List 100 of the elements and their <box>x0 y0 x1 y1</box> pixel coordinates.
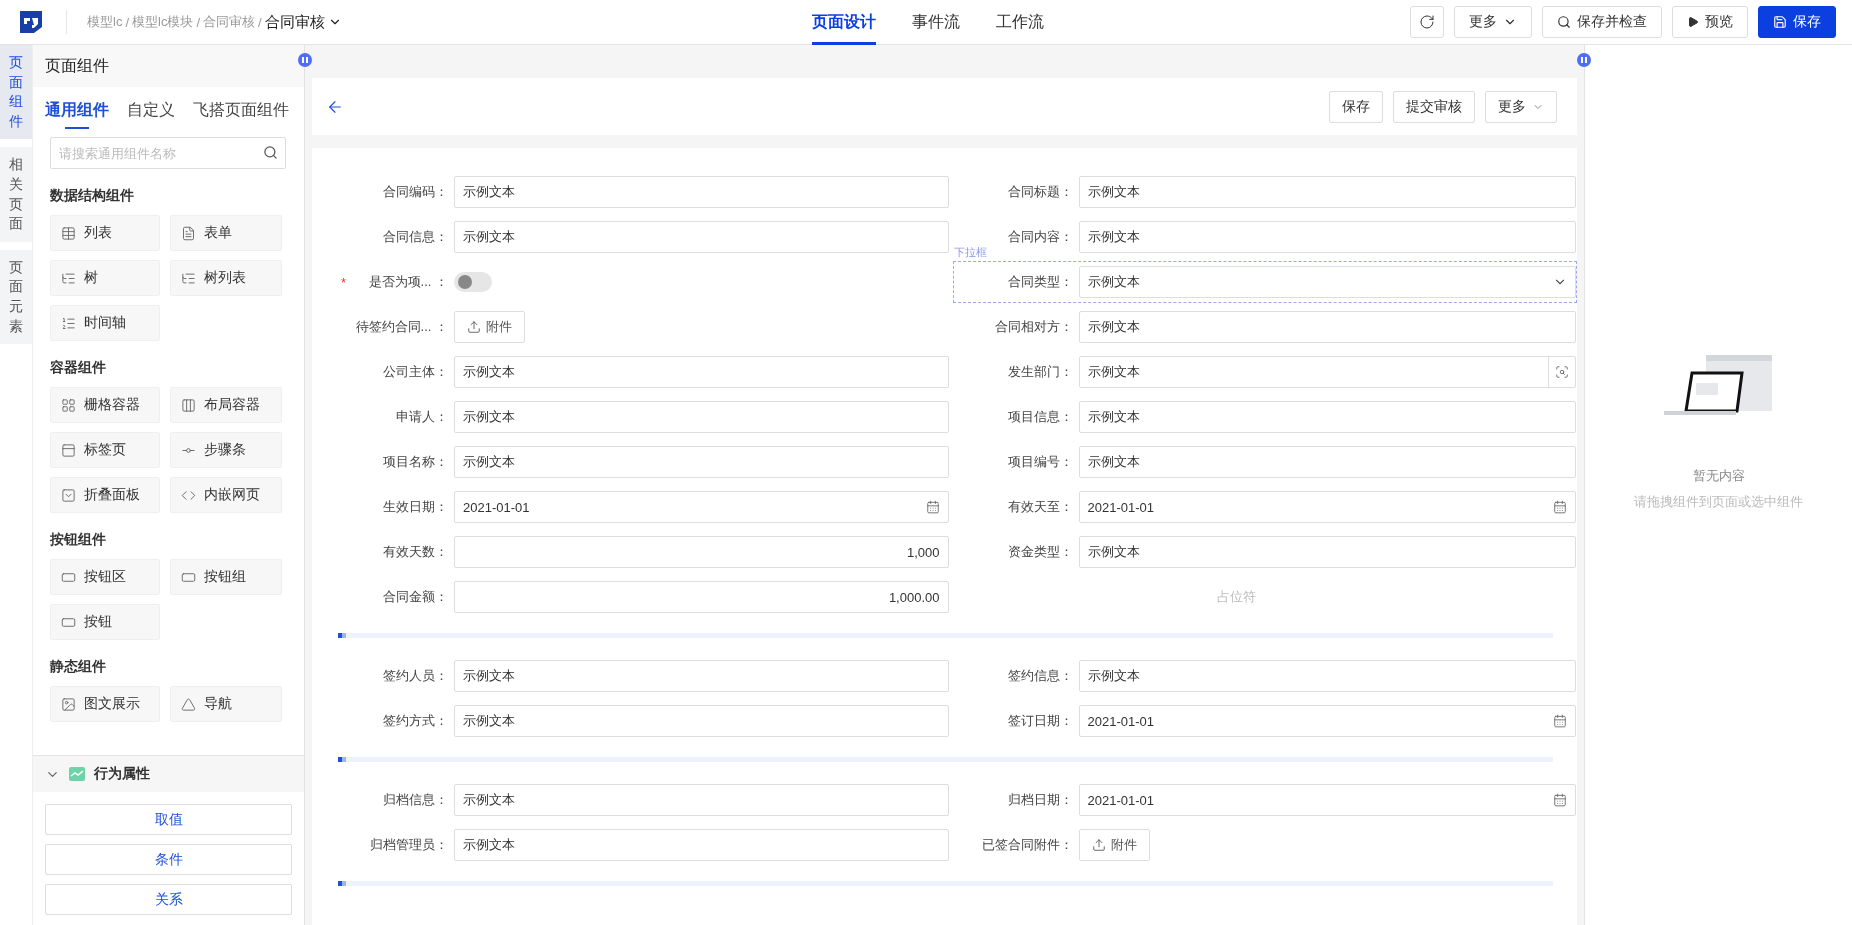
play-icon <box>1687 16 1699 28</box>
group-heading: 数据结构组件 <box>50 187 135 205</box>
date-field[interactable]: 2021-01-01 <box>454 491 949 523</box>
breadcrumb-current[interactable]: 合同审核 <box>264 12 325 32</box>
field-label: 生效日期： <box>382 498 449 516</box>
panel-title: 页面组件 <box>33 45 304 87</box>
component-tile[interactable]: 步骤条 <box>170 432 282 468</box>
field-label: 已签合同附件： <box>980 836 1074 854</box>
component-tile[interactable]: 表单 <box>170 215 282 251</box>
upload-icon <box>467 320 481 334</box>
breadcrumb-separator: / <box>196 14 201 30</box>
number-field[interactable]: 1,000.00 <box>454 581 949 613</box>
field-label: 合同信息： <box>382 228 449 246</box>
component-tile[interactable]: 列表 <box>50 215 160 251</box>
text-field[interactable]: 示例文本 <box>454 784 949 816</box>
behavior-button[interactable]: 关系 <box>45 884 292 915</box>
component-tile[interactable]: 标签页 <box>50 432 160 468</box>
breadcrumb-separator: / <box>258 14 262 30</box>
top-tab[interactable]: 工作流 <box>996 0 1044 45</box>
text-field[interactable]: 示例文本 <box>1078 311 1576 343</box>
component-tile[interactable]: 按钮 <box>50 604 160 640</box>
text-field[interactable]: 示例文本 <box>1078 536 1576 568</box>
panel-tab[interactable]: 飞搭页面组件 <box>193 91 289 129</box>
text-field[interactable]: 示例文本 <box>454 221 949 253</box>
component-tile[interactable]: 折叠面板 <box>50 477 160 513</box>
field-label: 合同相对方： <box>993 318 1074 336</box>
component-tile[interactable]: 栅格容器 <box>50 387 160 423</box>
calendar-icon <box>1553 793 1567 807</box>
panel-tab[interactable]: 通用组件 <box>45 91 109 129</box>
behavior-section-header[interactable]: 行为属性 <box>33 756 304 792</box>
text-field[interactable]: 示例文本 <box>454 446 949 478</box>
text-field[interactable]: 示例文本 <box>454 356 949 388</box>
upload-button[interactable]: 附件 <box>454 311 525 343</box>
upload-button[interactable]: 附件 <box>1078 829 1150 861</box>
text-field[interactable]: 示例文本 <box>1078 660 1576 692</box>
behavior-button[interactable]: 取值 <box>45 804 292 835</box>
placeholder-text: 占位符 <box>1216 588 1258 606</box>
text-field[interactable]: 示例文本 <box>454 829 949 861</box>
field-label: 签约方式： <box>382 712 449 730</box>
lookup-field[interactable]: 示例文本 <box>1078 356 1576 388</box>
date-field[interactable]: 2021-01-01 <box>1078 491 1576 523</box>
component-tile[interactable]: 按钮组 <box>170 559 282 595</box>
text-field[interactable]: 示例文本 <box>454 176 949 208</box>
select-field[interactable]: 示例文本 <box>1078 266 1576 298</box>
text-field[interactable]: 示例文本 <box>1078 446 1576 478</box>
header-button[interactable]: 更多 <box>1485 90 1557 123</box>
save-check-button[interactable]: 保存并检查 <box>1542 6 1662 38</box>
search-icon <box>1557 15 1571 29</box>
grid-icon <box>61 397 76 413</box>
field-label: 合同内容： <box>1006 228 1074 246</box>
refresh-icon <box>1419 14 1435 30</box>
top-tab[interactable]: 事件流 <box>912 0 960 45</box>
more-button[interactable]: 更多 <box>1454 6 1532 38</box>
side-tab[interactable]: 页面元素 <box>0 249 32 345</box>
date-field[interactable]: 2021-01-01 <box>1078 705 1576 737</box>
collapse-handle-icon[interactable] <box>1577 53 1591 67</box>
group-heading: 静态组件 <box>50 658 107 676</box>
panel-tab[interactable]: 自定义 <box>127 91 175 129</box>
component-tile[interactable]: 导航 <box>170 686 282 722</box>
text-field[interactable]: 示例文本 <box>1078 401 1576 433</box>
collapse-panel-icon <box>61 487 76 503</box>
side-tab[interactable]: 相关页面 <box>0 147 32 242</box>
number-field[interactable]: 1,000 <box>454 536 949 568</box>
text-field[interactable]: 示例文本 <box>1078 221 1576 253</box>
date-field[interactable]: 2021-01-01 <box>1078 784 1576 816</box>
field-label: 签订日期： <box>1006 712 1074 730</box>
field-label: 项目名称： <box>382 453 449 471</box>
toggle-switch[interactable] <box>454 272 492 292</box>
group-heading: 容器组件 <box>50 359 107 377</box>
component-tile[interactable]: 图文展示 <box>50 686 160 722</box>
field-label: 资金类型： <box>1006 543 1074 561</box>
component-tile[interactable]: 时间轴 <box>50 305 160 341</box>
field-label: 归档日期： <box>1006 791 1074 809</box>
component-tile[interactable]: 布局容器 <box>170 387 282 423</box>
lookup-icon[interactable] <box>1555 365 1569 379</box>
text-field[interactable]: 示例文本 <box>454 705 949 737</box>
component-tile[interactable]: 按钮区 <box>50 559 160 595</box>
component-tile[interactable]: 树 <box>50 260 160 296</box>
save-icon <box>1773 15 1787 29</box>
calendar-icon <box>1553 714 1567 728</box>
table-icon <box>61 225 76 241</box>
behavior-button[interactable]: 条件 <box>45 844 292 875</box>
logo-icon <box>18 9 44 35</box>
group-heading: 按钮组件 <box>50 531 107 549</box>
component-tile[interactable]: 内嵌网页 <box>170 477 282 513</box>
component-tile[interactable]: 树列表 <box>170 260 282 296</box>
refresh-button[interactable] <box>1410 6 1444 38</box>
side-tab[interactable]: 页面组件 <box>0 45 32 140</box>
text-field[interactable]: 示例文本 <box>1078 176 1576 208</box>
header-button[interactable]: 提交审核 <box>1393 90 1475 123</box>
search-field[interactable]: 请搜索通用组件名称 <box>50 137 286 169</box>
preview-button[interactable]: 预览 <box>1672 6 1748 38</box>
text-field[interactable]: 示例文本 <box>454 660 949 692</box>
save-button[interactable]: 保存 <box>1758 6 1836 38</box>
text-field[interactable]: 示例文本 <box>454 401 949 433</box>
field-label: 签约信息： <box>1006 667 1074 685</box>
empty-hint: 请拖拽组件到页面或选中组件 <box>1634 493 1803 511</box>
header-button[interactable]: 保存 <box>1329 90 1383 123</box>
columns-icon <box>181 397 196 413</box>
empty-title: 暂无内容 <box>1692 467 1745 485</box>
